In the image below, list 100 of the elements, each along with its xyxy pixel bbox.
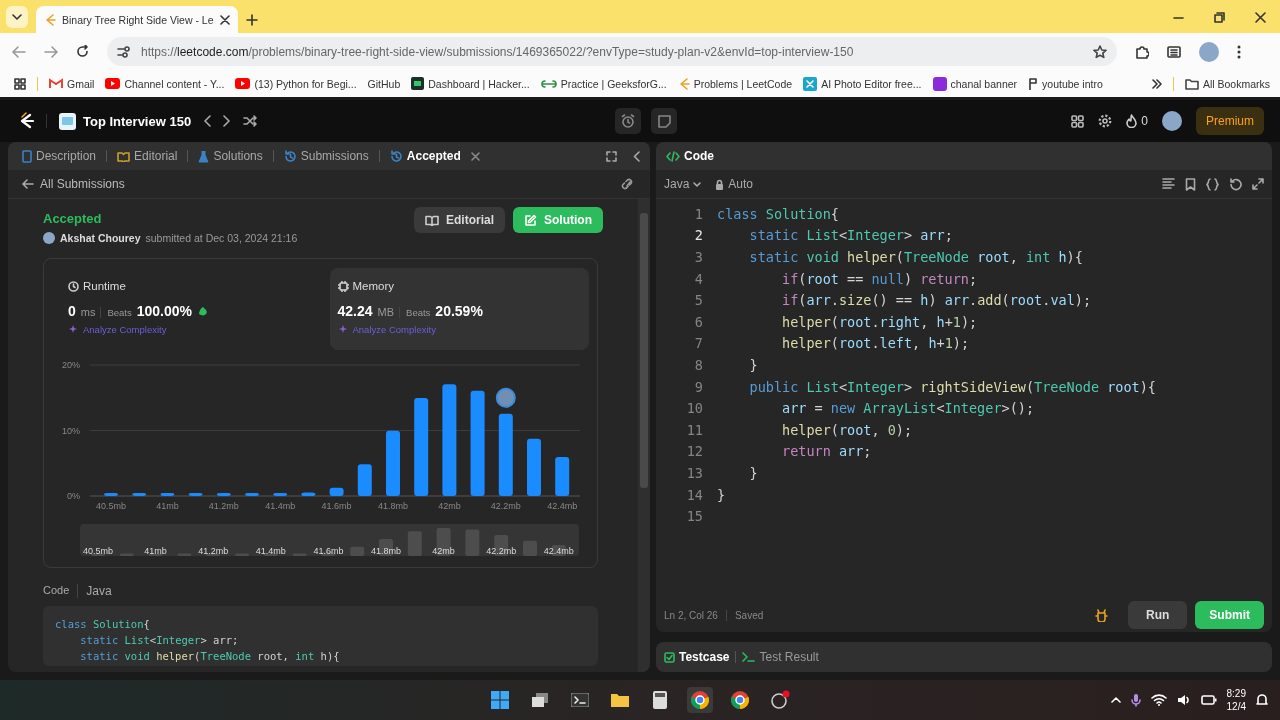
expand-icon[interactable] xyxy=(1252,177,1264,190)
browser-button[interactable] xyxy=(687,687,713,713)
lock-icon xyxy=(715,178,725,190)
tab-list-button[interactable] xyxy=(6,6,28,28)
range-navigator[interactable]: 40.5mb 41mb 41.2mb 41.4mb 41.6mb 41.8mb 42mb 42.2mb 42.4mb xyxy=(80,524,579,556)
more-icon[interactable] xyxy=(1237,44,1241,59)
chart-bar xyxy=(104,493,118,496)
apps-grid-icon[interactable] xyxy=(14,77,26,90)
bookmark[interactable]: Channel content - Y... xyxy=(105,77,225,90)
extensions-icon[interactable] xyxy=(1135,44,1149,59)
code-line: class Solution{ xyxy=(717,205,839,222)
bookmark[interactable]: Problems | LeetCode xyxy=(677,76,793,91)
microphone-icon[interactable] xyxy=(1130,693,1141,707)
bookmark[interactable]: Gmail xyxy=(49,77,95,90)
panel-tab[interactable]: Accepted xyxy=(385,149,465,163)
section-title: Code xyxy=(43,584,70,598)
line-number: 3 xyxy=(693,249,703,265)
line-number: 8 xyxy=(693,356,703,373)
braces-icon[interactable] xyxy=(1206,177,1219,191)
browser-tab[interactable]: Binary Tree Right Side View - Le xyxy=(36,6,238,33)
layout-icon[interactable] xyxy=(1071,114,1085,128)
plus-icon[interactable] xyxy=(245,14,258,26)
beats-label: Beats xyxy=(100,307,132,318)
star-icon[interactable] xyxy=(1093,44,1107,59)
fullscreen-icon[interactable] xyxy=(606,150,617,162)
bookmark[interactable]: Practice | GeeksforG... xyxy=(540,77,667,90)
note-icon xyxy=(657,114,671,128)
speaker-icon[interactable] xyxy=(1176,694,1191,706)
chevron-up-icon[interactable] xyxy=(1110,697,1121,703)
scrollbar-thumb[interactable] xyxy=(640,213,648,488)
close-icon[interactable] xyxy=(219,14,230,25)
bookmark[interactable]: GitHub xyxy=(367,77,401,90)
study-plan-link[interactable]: Top Interview 150 xyxy=(59,112,192,130)
shuffle-icon[interactable] xyxy=(243,115,258,127)
editorial-button[interactable]: Editorial xyxy=(414,207,505,233)
book-icon xyxy=(117,150,131,162)
bookmark[interactable]: youtube intro xyxy=(1028,77,1103,90)
history-icon xyxy=(283,149,297,163)
premium-button[interactable]: Premium xyxy=(1196,107,1264,135)
address-field[interactable]: https://leetcode.com/problems/binary-tree-right-side-view/submissions/1469365022/?envType=study-plan-v2&envId=top-interview-150 xyxy=(107,37,1117,66)
bookmark-icon[interactable] xyxy=(1185,177,1196,191)
chevron-right-icon[interactable] xyxy=(223,115,232,127)
stat-panel[interactable]: Memory 42.24 MB Beats 20.59% Analyze Complexity xyxy=(329,268,589,350)
run-button[interactable]: Run xyxy=(1128,601,1188,629)
history-icon xyxy=(389,149,403,163)
code-line: public List<Integer> rightSideView(TreeNode root){ xyxy=(748,378,1156,395)
back-link[interactable]: All Submissions xyxy=(18,177,125,191)
site-settings-icon[interactable] xyxy=(117,45,131,58)
axis-label: 42.4mb xyxy=(547,501,578,511)
notification-icon[interactable] xyxy=(1256,693,1268,707)
mode-label[interactable]: Auto xyxy=(728,177,754,191)
author-name[interactable]: Akshat Chourey xyxy=(60,232,141,244)
bookmark[interactable]: (13) Python for Begi... xyxy=(235,77,357,90)
chevron-left-icon[interactable] xyxy=(203,115,212,127)
bookmark-folder[interactable]: All Bookmarks xyxy=(1184,77,1270,90)
chart-bar xyxy=(329,487,344,496)
panel-tab[interactable]: Description xyxy=(18,149,101,163)
close-icon[interactable] xyxy=(1255,12,1266,23)
panel-tab[interactable]: Submissions xyxy=(279,149,373,163)
reading-list-icon[interactable] xyxy=(1167,45,1181,58)
panel-tab[interactable]: Solutions xyxy=(194,149,267,163)
chart-bar xyxy=(245,493,259,496)
checkbox-icon xyxy=(664,651,675,663)
author-avatar xyxy=(43,232,55,244)
reload-icon[interactable] xyxy=(76,45,89,58)
panel-tab[interactable]: Testcase xyxy=(664,650,730,664)
user-avatar[interactable] xyxy=(1162,111,1182,131)
panel-tab[interactable]: Test Result xyxy=(742,650,819,664)
stat-value: 42.24 xyxy=(337,303,373,319)
battery-icon[interactable] xyxy=(1200,695,1217,705)
settings-icon[interactable] xyxy=(1098,114,1113,128)
collapse-icon[interactable] xyxy=(633,150,640,162)
axis-label: 40.5mb xyxy=(96,501,126,511)
forward-icon[interactable] xyxy=(44,45,58,58)
bookmark[interactable]: chanal banner xyxy=(932,76,1018,91)
undo-icon[interactable] xyxy=(1229,177,1242,191)
axis-label: 0% xyxy=(67,491,80,501)
debug-icon[interactable] xyxy=(1095,608,1108,622)
restore-icon[interactable] xyxy=(1214,12,1225,23)
timer-button[interactable] xyxy=(615,108,642,134)
book-icon xyxy=(425,214,439,226)
chevrons-right-icon[interactable] xyxy=(1151,78,1162,89)
bookmark[interactable]: Dashboard | Hacker... xyxy=(411,77,530,90)
language-dropdown[interactable]: Java xyxy=(664,177,702,191)
stat-panel[interactable]: Runtime 0 ms Beats 100.00% Analyze Complexity xyxy=(60,268,320,350)
axis-label: 20% xyxy=(62,360,80,370)
wifi-icon[interactable] xyxy=(1150,694,1167,706)
beats-percent: 20.59% xyxy=(435,303,483,319)
format-icon[interactable] xyxy=(1162,177,1175,189)
panel-tab[interactable]: Editorial xyxy=(113,149,182,163)
avatar-marker xyxy=(495,387,516,408)
save-status: Saved xyxy=(725,609,764,621)
bookmark[interactable]: AI Photo Editor free... xyxy=(803,76,922,91)
back-icon[interactable] xyxy=(12,45,26,58)
code-line: helper(root, 0); xyxy=(781,421,913,438)
axis-label: 42.2mb xyxy=(486,546,517,556)
clock[interactable]: 8:29 12/4 xyxy=(1226,687,1246,713)
notes-button[interactable] xyxy=(651,108,678,134)
streak-counter[interactable]: 0 xyxy=(1126,114,1148,128)
chevron-down-icon xyxy=(693,181,702,187)
